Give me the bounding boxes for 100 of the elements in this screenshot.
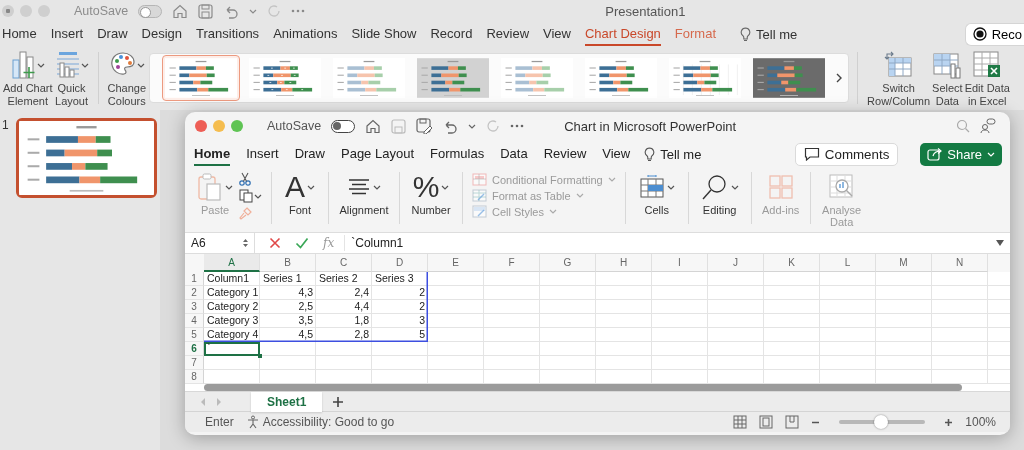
spreadsheet-cell[interactable]: Category 3 xyxy=(204,314,260,328)
ribbon-tab[interactable]: Home xyxy=(194,142,231,166)
cancel-icon[interactable] xyxy=(269,237,281,249)
more-icon[interactable] xyxy=(291,9,306,13)
share-button[interactable]: Share xyxy=(920,142,1002,166)
row-header[interactable]: 7 xyxy=(185,356,204,370)
column-header[interactable]: A xyxy=(204,254,260,272)
spreadsheet-cell[interactable]: Category 1 xyxy=(204,286,260,300)
spreadsheet-cell[interactable]: ` xyxy=(204,342,260,356)
spreadsheet-cell[interactable]: Series 2 xyxy=(316,272,372,286)
spreadsheet-cell[interactable]: 3,5 xyxy=(260,314,316,328)
ribbon-tab[interactable]: Insert xyxy=(246,142,279,166)
ribbon-tab[interactable]: Page Layout xyxy=(341,142,414,166)
ribbon-tab[interactable]: Formulas xyxy=(430,142,485,166)
spreadsheet-cell[interactable]: 4,3 xyxy=(260,286,316,300)
formula-input[interactable]: `Column1 xyxy=(345,236,996,250)
spreadsheet-cell[interactable]: 2,5 xyxy=(260,300,316,314)
record-button[interactable]: Reco xyxy=(964,22,1024,46)
ribbon-tab[interactable]: Draw xyxy=(97,22,128,46)
zoom-button[interactable] xyxy=(231,120,243,132)
spreadsheet-cell[interactable]: 2 xyxy=(372,286,428,300)
spreadsheet-cell[interactable]: 3 xyxy=(372,314,428,328)
switch-row-column-button[interactable]: Switch Row/Column xyxy=(866,48,932,108)
editing-button[interactable]: Editing xyxy=(697,170,742,216)
ribbon-tab[interactable]: Record xyxy=(430,22,473,46)
home-icon[interactable] xyxy=(172,3,189,19)
column-header[interactable]: B xyxy=(260,254,316,272)
close-button[interactable] xyxy=(195,120,207,132)
column-header[interactable]: M xyxy=(876,254,932,272)
row-header[interactable]: 5 xyxy=(185,328,204,342)
people-icon[interactable] xyxy=(980,118,996,134)
column-header[interactable]: L xyxy=(820,254,876,272)
change-colours-button[interactable]: Change Colours xyxy=(106,48,148,108)
ribbon-tab[interactable]: Data xyxy=(500,142,528,166)
column-header[interactable]: I xyxy=(652,254,708,272)
column-header[interactable]: H xyxy=(596,254,652,272)
row-header[interactable]: 8 xyxy=(185,370,204,384)
ribbon-tab[interactable]: Home xyxy=(2,22,37,46)
row-header[interactable]: 1 xyxy=(185,272,204,286)
normal-view-icon[interactable] xyxy=(733,415,748,429)
comments-button[interactable]: Comments xyxy=(794,142,899,166)
spreadsheet-cell[interactable]: 1,8 xyxy=(316,314,372,328)
home-icon[interactable] xyxy=(365,118,382,134)
tell-me-search[interactable]: Tell me xyxy=(740,26,798,42)
column-header[interactable]: G xyxy=(540,254,596,272)
ribbon-tab[interactable]: View xyxy=(602,142,631,166)
select-data-button[interactable]: Select Data xyxy=(931,48,964,108)
spreadsheet-cell[interactable]: Category 2 xyxy=(204,300,260,314)
page-break-view-icon[interactable] xyxy=(785,415,800,429)
column-header[interactable]: F xyxy=(484,254,540,272)
ribbon-tab[interactable]: Slide Show xyxy=(351,22,417,46)
spreadsheet-cell[interactable]: 2,4 xyxy=(316,286,372,300)
accessibility-status[interactable]: Accessibility: Good to go xyxy=(245,415,395,429)
column-header[interactable]: J xyxy=(708,254,764,272)
search-icon[interactable] xyxy=(956,119,970,133)
spreadsheet-cell[interactable]: 2,8 xyxy=(316,328,372,342)
font-button[interactable]: A Font xyxy=(281,170,319,216)
column-header[interactable]: E xyxy=(428,254,484,272)
more-icon[interactable] xyxy=(510,124,525,128)
close-button[interactable] xyxy=(2,5,14,17)
ribbon-tab[interactable]: Design xyxy=(141,22,182,46)
spreadsheet-cell[interactable]: Column1 xyxy=(204,272,260,286)
horizontal-scrollbar[interactable] xyxy=(204,384,962,391)
ribbon-tab[interactable]: Review xyxy=(486,22,530,46)
row-header[interactable]: 2 xyxy=(185,286,204,300)
add-sheet-icon[interactable] xyxy=(332,395,345,408)
add-chart-element-button[interactable]: Add Chart Element xyxy=(2,48,54,108)
tell-me-search[interactable]: Tell me xyxy=(644,146,702,162)
sheet-tab[interactable]: Sheet1 xyxy=(251,391,323,412)
ribbon-tab[interactable]: Insert xyxy=(50,22,84,46)
autosave-toggle[interactable] xyxy=(331,119,356,133)
dropdown-icon[interactable] xyxy=(996,240,1004,246)
autosave-toggle[interactable] xyxy=(138,4,163,18)
zoom-in-icon[interactable] xyxy=(944,417,954,427)
zoom-slider-thumb[interactable] xyxy=(873,415,888,429)
scissors-icon[interactable] xyxy=(239,172,251,186)
spreadsheet-cell[interactable]: Category 4 xyxy=(204,328,260,342)
stepper-icon[interactable] xyxy=(242,237,249,249)
column-header[interactable]: N xyxy=(932,254,988,272)
cells-button[interactable]: Cells xyxy=(634,170,679,216)
spreadsheet-cell[interactable]: Series 1 xyxy=(260,272,316,286)
page-layout-view-icon[interactable] xyxy=(759,415,774,429)
spreadsheet-cell[interactable]: 5 xyxy=(372,328,428,342)
row-header[interactable]: 3 xyxy=(185,300,204,314)
row-header[interactable]: 6 xyxy=(185,342,204,356)
name-box[interactable]: A6 xyxy=(185,233,255,253)
confirm-icon[interactable] xyxy=(295,237,309,249)
row-header[interactable]: 4 xyxy=(185,314,204,328)
save-as-icon[interactable] xyxy=(416,118,433,134)
column-header[interactable]: D xyxy=(372,254,428,272)
ribbon-tab[interactable]: Chart Design xyxy=(585,22,661,46)
ribbon-tab[interactable]: View xyxy=(543,22,571,46)
spreadsheet-cell[interactable]: Series 3 xyxy=(372,272,428,286)
column-header[interactable]: K xyxy=(764,254,820,272)
ribbon-tab[interactable]: Animations xyxy=(273,22,338,46)
ribbon-tab[interactable]: Review xyxy=(543,142,587,166)
save-icon[interactable] xyxy=(198,3,214,19)
quick-layout-button[interactable]: Quick Layout xyxy=(53,48,90,108)
ribbon-tab[interactable]: Transitions xyxy=(196,22,260,46)
alignment-button[interactable]: Alignment xyxy=(338,170,390,216)
